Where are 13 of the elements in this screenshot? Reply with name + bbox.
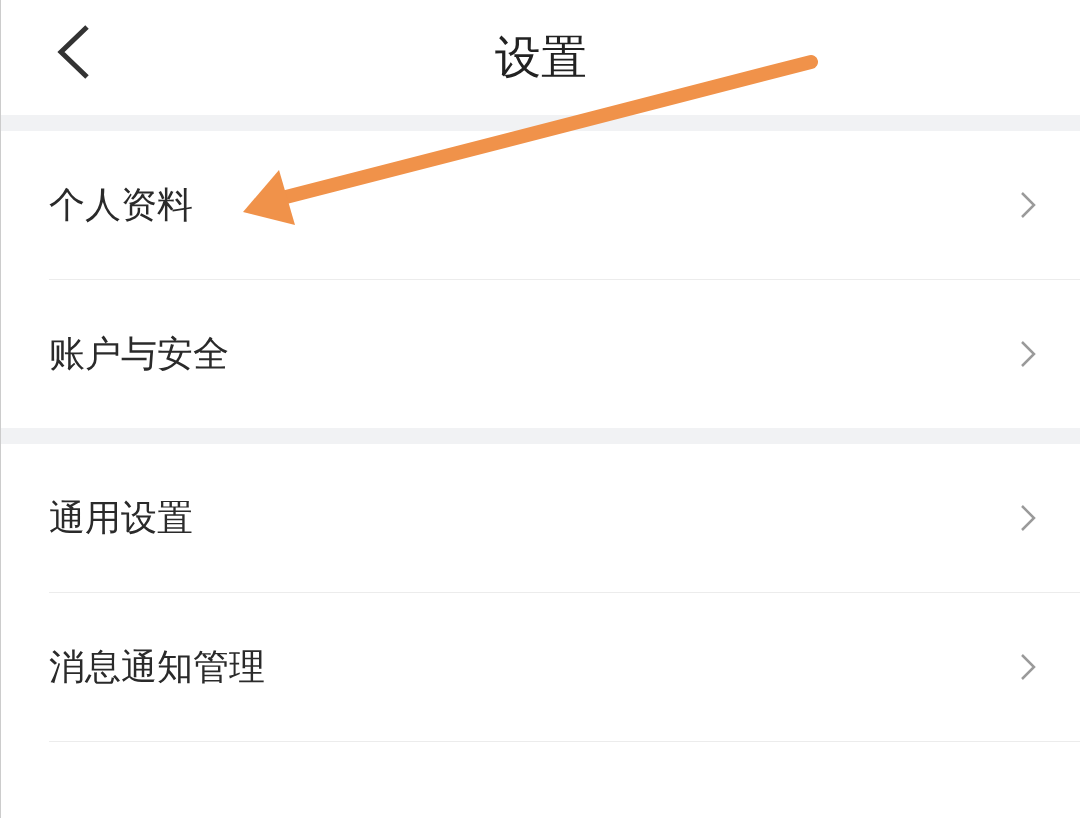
chevron-right-icon [1020, 653, 1036, 681]
row-label: 通用设置 [49, 495, 193, 540]
settings-row[interactable]: 消息通知管理 [49, 593, 1080, 742]
chevron-right-icon [1020, 504, 1036, 532]
page-title: 设置 [494, 28, 587, 86]
row-label: 消息通知管理 [49, 644, 265, 689]
row-label: 个人资料 [49, 182, 193, 227]
chevron-right-icon [1020, 191, 1036, 219]
chevron-right-icon [1020, 340, 1036, 368]
back-icon [56, 24, 90, 80]
row-label: 账户与安全 [49, 331, 229, 376]
settings-row[interactable]: 账户与安全 [49, 280, 1080, 428]
settings-row[interactable]: 通用设置 [49, 444, 1080, 593]
